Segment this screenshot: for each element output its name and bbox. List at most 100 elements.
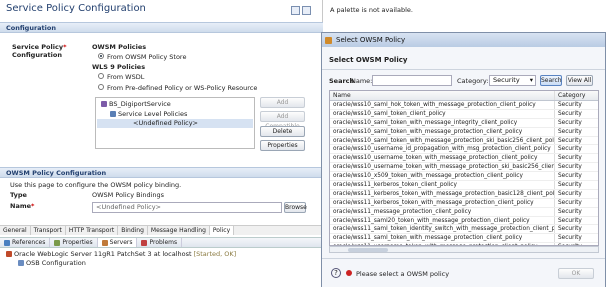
required-marker: * [63, 43, 67, 51]
table-row[interactable]: oracle/wss11_saml_token_with_message_pro… [330, 234, 598, 244]
page-title: Service Policy Configuration [6, 3, 146, 14]
view-tab-references[interactable]: References [0, 238, 51, 247]
name-search-input[interactable] [372, 75, 452, 86]
policy-name-cell: oracle/wss11_kerberos_token_with_message… [330, 189, 555, 198]
policy-category-cell: Security [558, 164, 582, 171]
chevron-down-icon: ▾ [529, 76, 533, 84]
service-icon [101, 101, 107, 107]
problems-icon [141, 239, 148, 246]
policy-category-cell: Security [558, 146, 582, 153]
servers-icon [101, 239, 108, 246]
table-row[interactable]: oracle/wss10_username_id_propagation_wit… [330, 145, 598, 155]
policy-category-cell: Security [558, 110, 582, 117]
config-icon [18, 260, 24, 266]
tab-binding[interactable]: Binding [118, 226, 148, 235]
policy-category-cell: Security [558, 119, 582, 126]
policy-name-cell: oracle/wss10_saml_token_with_message_pro… [330, 136, 555, 145]
table-row[interactable]: oracle/wss10_saml_token_with_message_pro… [330, 127, 598, 137]
tab-policy[interactable]: Policy [209, 226, 235, 235]
dialog-app-icon [325, 37, 332, 44]
category-select[interactable]: Security ▾ [489, 75, 536, 86]
menu-icon[interactable] [302, 6, 311, 15]
owsm-config-section-header: OWSM Policy Configuration [0, 167, 323, 178]
add-compatible-button[interactable]: Add Compatible [260, 111, 305, 130]
policy-name-cell: oracle/wss11_kerberos_token_client_polic… [330, 181, 555, 189]
service-policy-label: Service Policy* Configuration [12, 43, 66, 59]
tree-node-undefined[interactable]: <Undefined Policy> [97, 119, 253, 128]
policy-name-cell: oracle/wss10_saml_token_client_policy [330, 109, 555, 118]
view-tab-problems[interactable]: Problems [137, 238, 183, 247]
tab-http-transport[interactable]: HTTP Transport [66, 226, 119, 235]
dialog-body: Select OWSM Policy Search Name: Category… [322, 47, 605, 287]
osb-config-entry[interactable]: OSB Configuration [18, 259, 86, 267]
server-status: [Started, OK] [193, 250, 237, 258]
table-row[interactable]: oracle/wss11_kerberos_token_with_message… [330, 189, 598, 199]
table-row[interactable]: oracle/wss11_message_protection_client_p… [330, 207, 598, 217]
view-tab-label: Servers [109, 239, 133, 246]
tab-general[interactable]: General [0, 226, 31, 235]
search-button[interactable]: Search [540, 75, 562, 86]
tree-node-service[interactable]: BS_DigiportService [101, 100, 171, 108]
name-label-text: Name [10, 202, 32, 210]
table-row[interactable]: oracle/wss11_saml20_token_with_message_p… [330, 216, 598, 226]
policy-category-cell: Security [558, 173, 582, 180]
delete-button[interactable]: Delete [260, 126, 305, 137]
view-tab-servers[interactable]: Servers [97, 238, 138, 247]
view-tab-label: References [12, 239, 46, 246]
tab-message-handling[interactable]: Message Handling [148, 226, 210, 235]
properties-icon [54, 239, 61, 246]
status-message: Please select a OWSM policy [356, 270, 450, 278]
tree-node-service-label: BS_DigiportService [109, 100, 171, 108]
help-icon[interactable] [291, 6, 300, 15]
wls9-policies-label: WLS 9 Policies [92, 63, 146, 71]
policy-name-cell: oracle/wss10_x509_token_with_message_pro… [330, 172, 555, 181]
table-row[interactable]: oracle/wss11_kerberos_token_with_message… [330, 198, 598, 208]
configuration-label-text: Configuration [12, 51, 62, 59]
column-header-category[interactable]: Category [555, 91, 598, 100]
browse-button[interactable]: Browse [284, 202, 307, 213]
policy-name-cell: oracle/wss10_saml_token_with_message_int… [330, 118, 555, 127]
view-all-button[interactable]: View All [566, 75, 593, 86]
server-entry[interactable]: Oracle WebLogic Server 11gR1 PatchSet 3 … [6, 250, 236, 258]
owsm-store-radio[interactable]: From OWSM Policy Store [98, 53, 186, 61]
dialog-title: Select OWSM Policy [336, 36, 406, 44]
policy-table: Name Category oracle/wss10_saml_hok_toke… [329, 90, 599, 246]
table-row[interactable]: oracle/wss10_x509_token_with_message_pro… [330, 172, 598, 182]
policy-category-cell: Security [558, 226, 582, 233]
table-row[interactable]: oracle/wss11_saml_token_identity_switch_… [330, 225, 598, 235]
add-button[interactable]: Add [260, 97, 305, 108]
from-wsdl-radio[interactable]: From WSDL [98, 73, 144, 81]
tab-transport[interactable]: Transport [31, 226, 66, 235]
category-select-value: Security [493, 76, 520, 84]
owsm-config-description: Use this page to configure the OWSM poli… [10, 181, 182, 189]
properties-button[interactable]: Properties [260, 140, 305, 151]
view-tab-properties[interactable]: Properties [50, 238, 98, 247]
ok-button[interactable]: OK [558, 268, 594, 279]
table-row[interactable]: oracle/wss10_saml_token_with_message_pro… [330, 136, 598, 146]
table-row[interactable]: oracle/wss11_kerberos_token_client_polic… [330, 181, 598, 190]
policy-name-cell: oracle/wss11_kerberos_token_with_message… [330, 198, 555, 207]
required-marker: * [31, 202, 35, 210]
name-label: Name* [10, 202, 34, 210]
scrollbar-thumb[interactable] [348, 248, 388, 252]
horizontal-scrollbar[interactable] [329, 246, 599, 253]
policy-tree[interactable]: BS_DigiportService Service Level Policie… [95, 97, 255, 149]
policy-category-cell: Security [558, 137, 582, 144]
owsm-policies-label: OWSM Policies [92, 43, 147, 51]
policy-category-cell: Security [558, 182, 582, 189]
table-row[interactable]: oracle/wss10_saml_token_with_message_int… [330, 118, 598, 128]
server-icon [6, 251, 12, 257]
references-icon [4, 239, 10, 246]
name-field[interactable]: <Undefined Policy> [92, 202, 282, 213]
service-policy-label-text: Service Policy [12, 43, 64, 51]
tree-node-levels-label: Service Level Policies [118, 110, 188, 118]
policy-category-cell: Security [558, 235, 582, 242]
column-header-name[interactable]: Name [330, 91, 555, 100]
table-row[interactable]: oracle/wss10_username_token_with_message… [330, 163, 598, 173]
help-icon[interactable]: ? [331, 268, 341, 278]
table-row[interactable]: oracle/wss10_username_token_with_message… [330, 154, 598, 164]
from-predefined-radio[interactable]: From Pre-defined Policy or WS-Policy Res… [98, 84, 257, 92]
table-row[interactable]: oracle/wss10_saml_token_client_policy Sec… [330, 109, 598, 119]
table-row[interactable]: oracle/wss10_saml_hok_token_with_message… [330, 101, 598, 110]
tree-node-levels[interactable]: Service Level Policies [110, 110, 187, 118]
